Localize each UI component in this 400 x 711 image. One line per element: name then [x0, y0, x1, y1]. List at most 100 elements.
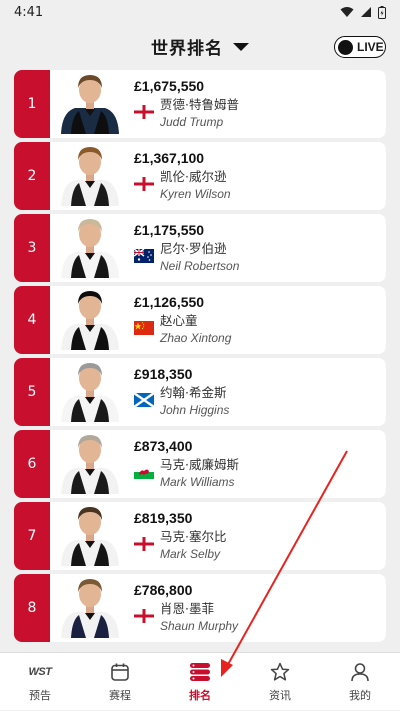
- player-name-cn: 贾德·特鲁姆普: [160, 96, 239, 114]
- rank-number: 5: [28, 384, 37, 400]
- prize-money: £819,350: [134, 510, 386, 526]
- nav-label: 赛程: [109, 687, 131, 703]
- player-info: £786,800 肖恩·墨菲Shaun Murphy: [130, 574, 386, 642]
- prize-money: £1,367,100: [134, 150, 386, 166]
- live-button[interactable]: LIVE: [334, 36, 386, 58]
- player-info: £1,175,550 尼尔·罗伯逊Neil Robertson: [130, 214, 386, 282]
- prize-money: £873,400: [134, 438, 386, 454]
- player-names: 贾德·特鲁姆普Judd Trump: [160, 96, 239, 131]
- status-icons: [340, 6, 386, 19]
- ranking-row[interactable]: 6 £873,400 马克·威廉姆斯Mark Williams: [14, 430, 386, 498]
- player-name-line: 马克·塞尔比Mark Selby: [134, 528, 386, 563]
- player-name-line: 尼尔·罗伯逊Neil Robertson: [134, 240, 386, 275]
- live-label: LIVE: [357, 40, 384, 54]
- nav-icon-wrap: [350, 661, 370, 683]
- australia-flag-icon: [134, 248, 154, 262]
- ranking-row[interactable]: 3 £1,175,550 尼尔·罗伯逊Neil Robertson: [14, 214, 386, 282]
- player-portrait-icon: [59, 286, 121, 354]
- ranking-type-selector[interactable]: 世界排名: [151, 34, 249, 59]
- ranking-row[interactable]: 2 £1,367,100 凯伦·威尔逊Kyren Wilson: [14, 142, 386, 210]
- live-toggle-icon: [338, 40, 353, 55]
- rank-badge: 2: [14, 142, 50, 210]
- nav-item-wst-logo[interactable]: WST 预告: [0, 653, 80, 711]
- nav-item-profile[interactable]: 我的: [320, 653, 400, 711]
- nav-label: 预告: [29, 687, 51, 703]
- wifi-icon: [340, 6, 354, 18]
- page-title: 世界排名: [151, 34, 223, 59]
- player-photo: [50, 358, 130, 426]
- player-portrait-icon: [59, 502, 121, 570]
- nav-icon-wrap: [189, 661, 211, 683]
- player-info: £918,350 约翰·希金斯John Higgins: [130, 358, 386, 426]
- player-info: £873,400 马克·威廉姆斯Mark Williams: [130, 430, 386, 498]
- rank-number: 7: [28, 528, 37, 544]
- player-names: 凯伦·威尔逊Kyren Wilson: [160, 168, 231, 203]
- player-name-cn: 马克·威廉姆斯: [160, 456, 239, 474]
- player-portrait-icon: [59, 214, 121, 282]
- england-flag-icon: [134, 176, 154, 190]
- nav-item-calendar[interactable]: 赛程: [80, 653, 160, 711]
- player-names: 马克·威廉姆斯Mark Williams: [160, 456, 239, 491]
- prize-money: £918,350: [134, 366, 386, 382]
- player-info: £1,675,550贾德·特鲁姆普Judd Trump: [130, 70, 386, 138]
- wales-flag-icon: [134, 464, 154, 478]
- player-name-cn: 赵心童: [160, 312, 231, 330]
- player-name-cn: 凯伦·威尔逊: [160, 168, 231, 186]
- player-photo: [50, 70, 130, 138]
- ranking-row[interactable]: 7 £819,350 马克·塞尔比Mark Selby: [14, 502, 386, 570]
- player-name-en: Zhao Xintong: [160, 330, 231, 347]
- chevron-down-icon: [233, 43, 249, 51]
- player-photo: [50, 214, 130, 282]
- battery-icon: [378, 6, 386, 19]
- rank-badge: 7: [14, 502, 50, 570]
- rank-badge: 6: [14, 430, 50, 498]
- player-name-cn: 约翰·希金斯: [160, 384, 229, 402]
- ranking-row[interactable]: 8 £786,800 肖恩·墨菲Shaun Murphy: [14, 574, 386, 642]
- player-name-line: 贾德·特鲁姆普Judd Trump: [134, 96, 386, 131]
- player-name-line: 赵心童Zhao Xintong: [134, 312, 386, 347]
- status-time: 4:41: [14, 5, 43, 20]
- rank-number: 8: [28, 600, 37, 616]
- player-names: 约翰·希金斯John Higgins: [160, 384, 229, 419]
- player-name-en: Shaun Murphy: [160, 618, 238, 635]
- prize-money: £1,126,550: [134, 294, 386, 310]
- player-names: 尼尔·罗伯逊Neil Robertson: [160, 240, 239, 275]
- england-flag-icon: [134, 104, 154, 118]
- rankings-list: 1 £1,675,550贾德·特鲁姆普Judd Trump 2 £1,367,100 凯…: [14, 70, 386, 646]
- rank-badge: 4: [14, 286, 50, 354]
- nav-item-rankings-stack[interactable]: 排名: [160, 653, 240, 711]
- rank-badge: 8: [14, 574, 50, 642]
- ranking-row[interactable]: 1 £1,675,550贾德·特鲁姆普Judd Trump: [14, 70, 386, 138]
- player-name-line: 约翰·希金斯John Higgins: [134, 384, 386, 419]
- player-name-en: Judd Trump: [160, 114, 239, 131]
- nav-item-star[interactable]: 资讯: [240, 653, 320, 711]
- prize-money: £786,800: [134, 582, 386, 598]
- player-portrait-icon: [59, 70, 121, 138]
- player-info: £1,367,100 凯伦·威尔逊Kyren Wilson: [130, 142, 386, 210]
- ranking-row[interactable]: 5 £918,350 约翰·希金斯John Higgins: [14, 358, 386, 426]
- nav-icon-wrap: WST: [29, 661, 52, 683]
- player-portrait-icon: [59, 358, 121, 426]
- nav-label: 资讯: [269, 687, 291, 703]
- bottom-nav: WST 预告 赛程 排名 资讯 我的: [0, 652, 400, 710]
- ranking-row[interactable]: 4 £1,126,550 赵心童Zhao Xintong: [14, 286, 386, 354]
- signal-icon: [360, 6, 372, 18]
- rank-number: 3: [28, 240, 37, 256]
- nav-label: 排名: [189, 687, 211, 703]
- prize-money: £1,175,550: [134, 222, 386, 238]
- player-portrait-icon: [59, 430, 121, 498]
- nav-icon-wrap: [270, 661, 290, 683]
- china-flag-icon: [134, 320, 154, 334]
- player-name-cn: 尼尔·罗伯逊: [160, 240, 239, 258]
- player-names: 马克·塞尔比Mark Selby: [160, 528, 226, 563]
- player-name-cn: 肖恩·墨菲: [160, 600, 238, 618]
- rank-badge: 1: [14, 70, 50, 138]
- player-info: £819,350 马克·塞尔比Mark Selby: [130, 502, 386, 570]
- player-photo: [50, 142, 130, 210]
- player-name-en: Mark Selby: [160, 546, 226, 563]
- rank-number: 2: [28, 168, 37, 184]
- profile-icon: [350, 662, 370, 682]
- player-name-en: Kyren Wilson: [160, 186, 231, 203]
- player-portrait-icon: [59, 574, 121, 642]
- rank-number: 6: [28, 456, 37, 472]
